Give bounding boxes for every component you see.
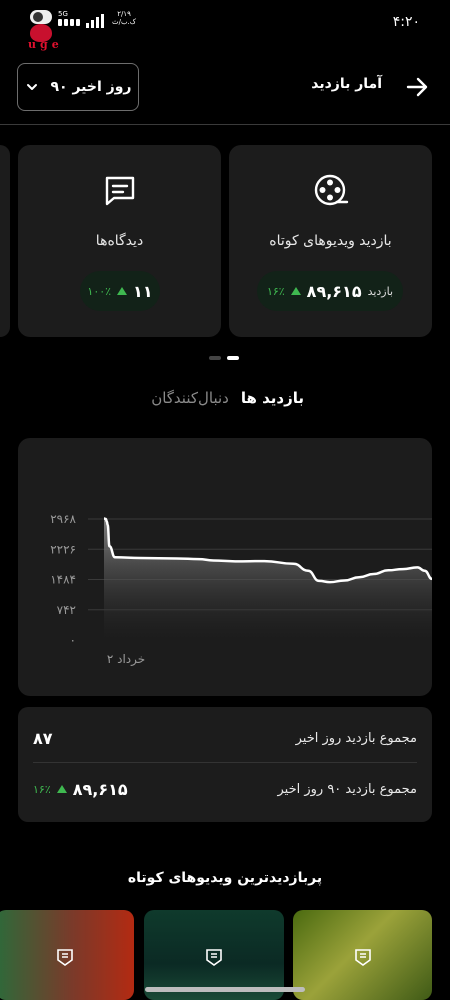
trend-up-icon bbox=[290, 287, 301, 295]
watermark-letters: uge bbox=[28, 38, 63, 51]
video-thumbnail[interactable] bbox=[293, 910, 432, 1000]
carousel-dot-active[interactable] bbox=[227, 356, 239, 360]
short-video-views-card[interactable]: بازدید ویدیوهای کوتاه بازدید ۸۹,۶۱۵ ۱۶٪ bbox=[229, 145, 432, 337]
channel-logo-icon bbox=[206, 949, 222, 966]
channel-logo-icon bbox=[354, 949, 371, 966]
chevron-down-icon bbox=[26, 84, 37, 90]
views-chart: ۰ ۷۴۲ ۱۴۸۴ ۲۲۲۶ ۲۹۶۸ ۲ خرداد bbox=[50, 512, 432, 667]
card-label: دیدگاه‌ها bbox=[95, 233, 144, 249]
network-speed: ۲/۱۹ ک.ب/ث bbox=[112, 10, 136, 26]
tab-views[interactable]: بازدید ها bbox=[241, 389, 304, 407]
tab-followers[interactable]: دنبال‌کنندگان bbox=[151, 389, 229, 407]
home-indicator[interactable] bbox=[145, 987, 305, 992]
stat-value: ۸۹,۶۱۵ bbox=[306, 281, 362, 301]
cloud-icon bbox=[30, 10, 52, 24]
summary-change: ۱۶٪ bbox=[33, 782, 51, 796]
stat-change: ۱۰۰٪ bbox=[87, 284, 112, 298]
summary-label: مجموع بازدید ۹۰ روز اخیر bbox=[277, 781, 417, 797]
top-videos-title: پربازدیدترین ویدیوهای کوتاه bbox=[127, 870, 323, 886]
summary-row-last-day: مجموع بازدید روز اخیر ۸۷ bbox=[33, 715, 417, 763]
summary-value-group: ۸۹,۶۱۵ ۱۶٪ bbox=[33, 780, 128, 799]
views-area bbox=[104, 518, 432, 640]
range-label: ۹۰ روز اخیر bbox=[50, 79, 132, 95]
status-time: ۴:۲۰ bbox=[392, 14, 420, 30]
stat-pill: ۱۱ ۱۰۰٪ bbox=[80, 271, 160, 311]
card-label: بازدید ویدیوهای کوتاه bbox=[269, 233, 392, 249]
speed-value: ۲/۱۹ bbox=[117, 10, 131, 18]
speed-unit: ک.ب/ث bbox=[112, 18, 137, 26]
channel-logo-icon bbox=[57, 949, 73, 966]
y-tick-label: ۰ bbox=[70, 633, 76, 647]
back-arrow-icon[interactable] bbox=[404, 74, 430, 100]
carousel-dot[interactable] bbox=[209, 356, 221, 360]
y-tick-label: ۱۴۸۴ bbox=[50, 573, 76, 587]
x-tick-label: ۲ خرداد bbox=[107, 652, 145, 667]
y-tick-label: ۷۴۲ bbox=[57, 603, 76, 617]
next-card-peek[interactable] bbox=[0, 145, 10, 337]
network-type: 5G bbox=[58, 10, 68, 18]
carousel-indicator bbox=[209, 356, 239, 360]
stat-pill: بازدید ۸۹,۶۱۵ ۱۶٪ bbox=[257, 271, 403, 311]
trend-up-icon bbox=[56, 785, 67, 793]
range-dropdown[interactable]: ۹۰ روز اخیر bbox=[17, 63, 139, 111]
page-title: آمار بازدید bbox=[311, 76, 382, 92]
stat-unit: بازدید bbox=[367, 284, 394, 298]
stat-value: ۱۱ bbox=[133, 281, 153, 301]
header: ۹۰ روز اخیر آمار بازدید bbox=[0, 60, 450, 114]
summary-card: مجموع بازدید روز اخیر ۸۷ مجموع بازدید ۹۰… bbox=[18, 707, 432, 822]
y-tick-label: ۲۹۶۸ bbox=[50, 512, 76, 526]
film-reel-icon bbox=[314, 174, 348, 206]
comments-card[interactable]: دیدگاه‌ها ۱۱ ۱۰۰٪ bbox=[18, 145, 221, 337]
video-thumbnail[interactable] bbox=[0, 910, 134, 1000]
trend-up-icon bbox=[117, 287, 128, 295]
summary-label: مجموع بازدید روز اخیر bbox=[295, 731, 417, 746]
header-divider bbox=[0, 124, 450, 125]
summary-value: ۸۷ bbox=[33, 729, 53, 748]
summary-value: ۸۹,۶۱۵ bbox=[72, 779, 128, 799]
summary-row-90-days: مجموع بازدید ۹۰ روز اخیر ۸۹,۶۱۵ ۱۶٪ bbox=[33, 765, 417, 813]
chart-tabs: بازدید ها دنبال‌کنندگان bbox=[151, 389, 304, 407]
y-tick-label: ۲۲۲۶ bbox=[50, 542, 76, 556]
comment-icon bbox=[105, 176, 134, 206]
status-bar: 5G ۲/۱۹ ک.ب/ث uge ۴:۲۰ bbox=[0, 0, 450, 51]
views-chart-card: ۰ ۷۴۲ ۱۴۸۴ ۲۲۲۶ ۲۹۶۸ ۲ خرداد bbox=[18, 438, 432, 696]
signal-bars-icon bbox=[86, 12, 104, 28]
watermark-logo: uge bbox=[28, 24, 74, 51]
stat-change: ۱۶٪ bbox=[266, 284, 285, 298]
